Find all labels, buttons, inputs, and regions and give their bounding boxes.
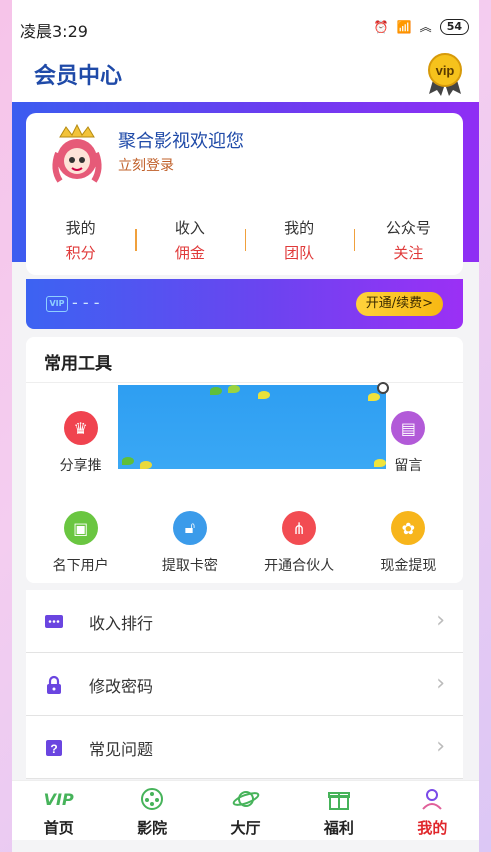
user-icon: [422, 789, 443, 810]
stat-commission-label: 佣金: [174, 244, 205, 262]
stat-team-label: 团队: [284, 244, 315, 262]
lock-icon: 🔓︎: [172, 511, 207, 545]
tool-users[interactable]: ▣ 名下用户: [26, 497, 135, 597]
tab-home[interactable]: VIP 首页: [12, 781, 105, 840]
alarm-icon: ⏰: [373, 19, 389, 34]
stat-commission[interactable]: 收入 佣金: [135, 217, 244, 263]
leaf-decoration: [374, 459, 386, 467]
gift-icon: [327, 792, 350, 810]
leaf-decoration: [228, 385, 240, 393]
stat-points-title: 我的: [65, 219, 96, 237]
login-link[interactable]: 立刻登录: [118, 155, 174, 175]
signal-icon: 📶: [396, 19, 412, 34]
battery-indicator: 54: [439, 18, 469, 35]
tools-row-2: ▣ 名下用户 🔓︎ 提取卡密 ⋔ 开通合伙人 ✿ 现金提现: [26, 497, 463, 597]
welcome-text: 聚合影视欢迎您: [118, 131, 244, 152]
avatar[interactable]: [48, 123, 106, 187]
tab-cinema-label: 影院: [137, 819, 168, 837]
ad-banner[interactable]: [118, 385, 386, 469]
tool-withdraw-label: 现金提现: [380, 558, 437, 574]
stats-row: 我的 积分 收入 佣金 我的 团队 公众号 关注: [26, 217, 463, 263]
stat-team-title: 我的: [284, 219, 315, 237]
leaf-decoration: [368, 393, 380, 401]
tab-mine-label: 我的: [417, 819, 448, 837]
stat-follow[interactable]: 公众号 关注: [353, 217, 463, 263]
tool-withdraw[interactable]: ✿ 现金提现: [354, 497, 463, 597]
menu-faq[interactable]: ? 常见问题 ›: [26, 716, 463, 779]
stat-points[interactable]: 我的 积分: [26, 217, 135, 263]
open-renew-button[interactable]: 开通/续费>: [355, 292, 443, 316]
tab-welfare[interactable]: 福利: [292, 781, 385, 840]
user-card-icon: ▣: [63, 511, 98, 545]
tab-hall-label: 大厅: [230, 819, 261, 837]
bottom-nav: VIP 首页 影院 大厅 福利 我的: [12, 780, 479, 840]
chevron-right-icon: ›: [436, 734, 445, 759]
lock-icon: [47, 675, 61, 694]
tool-users-label: 名下用户: [52, 558, 109, 574]
store-icon: ▤: [391, 411, 426, 445]
leaf-decoration: [140, 461, 152, 469]
status-icons: ⏰ 📶 ︽ 54: [374, 18, 469, 35]
network-icon: ⋔: [282, 511, 317, 545]
vip-card-icon: VIP: [46, 296, 68, 312]
stat-team[interactable]: 我的 团队: [244, 217, 354, 263]
menu-change-password[interactable]: 修改密码 ›: [26, 653, 463, 716]
planet-icon: [232, 791, 259, 807]
menu-income-ranking-label: 收入排行: [89, 614, 154, 633]
status-bar: 凌晨3:29 ⏰ 📶 ︽ 54: [12, 0, 479, 52]
status-time: 凌晨3:29: [20, 22, 88, 41]
vip-badge-text: vip: [436, 63, 455, 78]
tab-cinema[interactable]: 影院: [105, 781, 198, 840]
phone-screen: 凌晨3:29 ⏰ 📶 ︽ 54 会员中心 vip 聚合影视欢迎您 立刻登录 我的…: [12, 0, 479, 852]
gear-icon: ✿: [391, 511, 426, 545]
leaf-decoration: [122, 457, 134, 465]
chevron-right-icon: ›: [436, 608, 445, 633]
page-title: 会员中心: [34, 64, 123, 89]
tool-partner[interactable]: ⋔ 开通合伙人: [245, 497, 354, 597]
tool-card-code[interactable]: 🔓︎ 提取卡密: [135, 497, 244, 597]
crown-icon: ♛: [63, 411, 98, 445]
profile-card: 聚合影视欢迎您 立刻登录 我的 积分 收入 佣金 我的 团队 公众号 关注: [26, 113, 463, 275]
svg-text:?: ?: [50, 742, 57, 756]
menu-faq-label: 常见问题: [89, 740, 154, 759]
chat-icon: [45, 615, 63, 628]
vip-badge-icon[interactable]: vip: [427, 52, 463, 96]
stat-follow-label: 关注: [393, 244, 424, 262]
vip-status-strip: VIP - - - 开通/续费>: [26, 279, 463, 329]
tool-partner-label: 开通合伙人: [264, 558, 335, 574]
tools-title: 常用工具: [26, 337, 463, 383]
leaf-decoration: [210, 387, 222, 395]
stat-points-label: 积分: [65, 244, 96, 262]
menu-change-password-label: 修改密码: [89, 677, 154, 696]
chevron-right-icon: ›: [436, 671, 445, 696]
menu-income-ranking[interactable]: 收入排行 ›: [26, 590, 463, 653]
tab-welfare-label: 福利: [323, 819, 354, 837]
vip-logo-icon: VIP: [43, 789, 74, 809]
page-header: 会员中心 vip: [12, 52, 479, 102]
menu-list: 收入排行 › 修改密码 › ? 常见问题 ›: [26, 590, 463, 779]
stat-commission-title: 收入: [174, 219, 205, 237]
question-icon: ?: [46, 740, 62, 756]
tab-mine[interactable]: 我的: [386, 781, 479, 840]
vip-status-text: - - -: [72, 293, 100, 312]
wifi-icon: ︽: [419, 20, 432, 34]
tool-card-code-label: 提取卡密: [161, 558, 218, 574]
film-reel-icon: [141, 788, 164, 810]
ad-close-button[interactable]: [377, 382, 389, 394]
stat-follow-title: 公众号: [385, 219, 431, 237]
tab-home-label: 首页: [43, 819, 74, 837]
tab-hall[interactable]: 大厅: [199, 781, 292, 840]
leaf-decoration: [258, 391, 270, 399]
